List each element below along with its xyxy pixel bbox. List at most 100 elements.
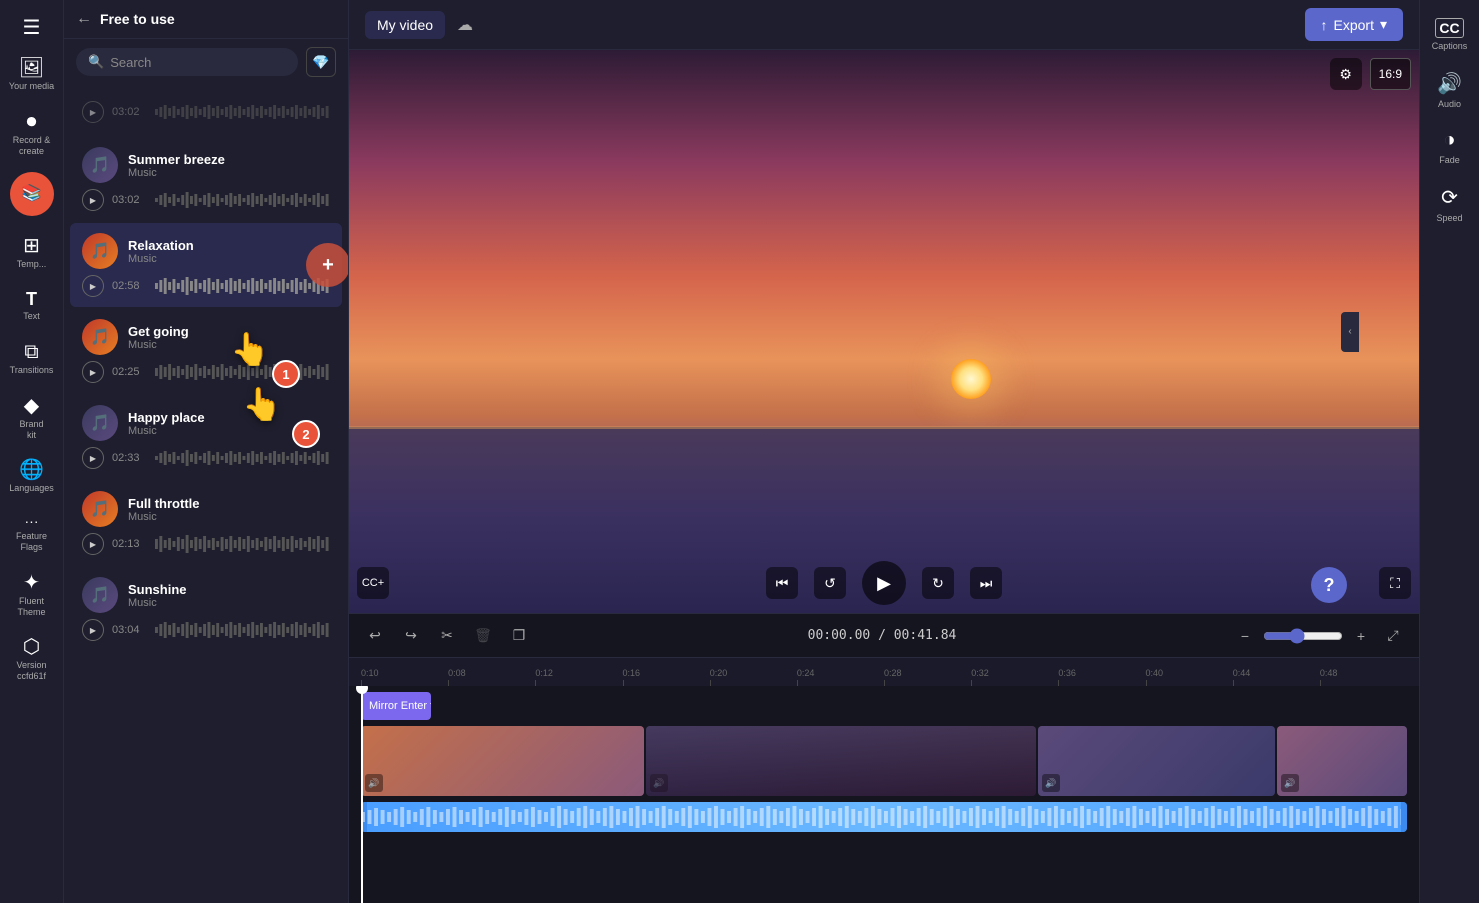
sidebar-item-brand-kit[interactable]: ◆ Brandkit (0, 388, 63, 449)
fullscreen-button[interactable]: ⛶ (1379, 567, 1411, 599)
sidebar-item-text[interactable]: T Text (0, 282, 63, 330)
aspect-ratio-button[interactable]: 16:9 (1370, 58, 1411, 90)
sidebar-item-label: Your media (9, 81, 54, 92)
video-clip[interactable]: 🔊 (1038, 726, 1275, 796)
timeline-playhead[interactable] (361, 686, 363, 903)
sidebar: ☰ 🖼 Your media ⏺ Record &create 📚 ⊞ Temp… (0, 0, 64, 903)
sidebar-item-captions[interactable]: CC Captions (1420, 10, 1479, 59)
timeline-section: ↩ ↪ ✂ 🗑 ❐ 00:00.00 / 00:41.84 − + ⤢ 0:10… (349, 613, 1419, 903)
play-button[interactable]: ▶ (82, 189, 104, 211)
sidebar-item-record-create[interactable]: ⏺ Record &create (0, 104, 63, 165)
zoom-controls: − + ⤢ (1231, 622, 1407, 650)
music-type: Music (128, 425, 205, 437)
text-clip-label: Mirror Enter t (369, 700, 431, 712)
cut-button[interactable]: ✂ (433, 622, 461, 650)
chevron-down-icon: ▾ (1380, 16, 1387, 33)
play-button[interactable]: ▶ (82, 619, 104, 641)
captions-icon: CC (1435, 18, 1463, 38)
sidebar-item-content-library[interactable]: 📚 (10, 172, 54, 216)
redo-button[interactable]: ↪ (397, 622, 425, 650)
undo-button[interactable]: ↩ (361, 622, 389, 650)
ruler-mark: 0:36 (1058, 668, 1145, 686)
media-icon: 🖼 (19, 58, 44, 78)
sidebar-item-fade[interactable]: ◑ Fade (1420, 121, 1479, 173)
music-icon: 🎵 (82, 491, 118, 527)
list-item[interactable]: ▶ 03:02 (70, 91, 342, 133)
export-label: Export (1334, 17, 1374, 33)
music-title: Full throttle (128, 496, 200, 511)
sidebar-item-languages[interactable]: 🌐 Languages (0, 452, 63, 502)
video-clip[interactable]: 🔊 (361, 726, 644, 796)
video-settings-button[interactable]: ⚙ (1330, 58, 1362, 90)
sidebar-item-version[interactable]: ⬡ Versionccfd61f (0, 629, 63, 690)
tab-my-video[interactable]: My video (365, 11, 445, 39)
list-item[interactable]: 🎵 Summer breeze Music ▶ 03:02 (70, 137, 342, 221)
sidebar-item-your-media[interactable]: 🖼 Your media (0, 50, 63, 100)
step-badge-2: 2 (292, 420, 320, 448)
rewind-button[interactable]: ↺ (814, 567, 846, 599)
text-clip[interactable]: Mirror Enter t (361, 692, 431, 720)
sidebar-item-label: Speed (1436, 213, 1462, 223)
sidebar-item-templates[interactable]: ⊞ Temp... (0, 228, 63, 278)
zoom-slider[interactable] (1263, 628, 1343, 644)
ruler-mark: 0:48 (1320, 668, 1407, 686)
list-item[interactable]: 🎵 Full throttle Music ▶ 02:13 (70, 481, 342, 565)
forward-button[interactable]: ↻ (922, 567, 954, 599)
audio-right-handle[interactable] (1401, 802, 1407, 832)
sidebar-item-label: Captions (1432, 41, 1468, 51)
ruler-mark: 0:20 (710, 668, 797, 686)
sidebar-item-transitions[interactable]: ⧉ Transitions (0, 334, 63, 384)
add-to-timeline-circle[interactable]: + (306, 243, 348, 287)
play-button[interactable]: ▶ (82, 533, 104, 555)
collapse-right-panel-button[interactable]: ‹ (1341, 312, 1359, 352)
sidebar-item-speed[interactable]: ⟳ Speed (1420, 177, 1479, 231)
music-type: Music (128, 511, 200, 523)
zoom-in-button[interactable]: + (1347, 622, 1375, 650)
play-button[interactable]: ▶ (82, 101, 104, 123)
ruler-mark: 0:12 (535, 668, 622, 686)
sidebar-item-label: Record &create (13, 135, 51, 157)
expand-button[interactable]: ⤢ (1379, 622, 1407, 650)
export-button[interactable]: ↑ Export ▾ (1305, 8, 1404, 41)
search-input[interactable] (110, 55, 286, 70)
play-button[interactable]: ▶ (82, 447, 104, 469)
list-item-relaxation[interactable]: 🎵 Relaxation Music ▶ 02:58 (70, 223, 342, 307)
record-icon: ⏺ (27, 112, 37, 132)
timeline-time: 00:00.00 / 00:41.84 (541, 628, 1223, 643)
sidebar-item-label: Audio (1438, 99, 1461, 109)
duration: 03:04 (112, 624, 147, 636)
music-title: Get going (128, 324, 189, 339)
save-cloud-button[interactable]: ☁ (457, 15, 473, 35)
sidebar-item-fluent-theme[interactable]: ✦ FluentTheme (0, 565, 63, 626)
ruler-mark: 0:40 (1146, 668, 1233, 686)
premium-button[interactable]: 💎 (306, 47, 336, 77)
ruler-mark: 0:10 (361, 668, 448, 686)
play-button[interactable]: ▶ (82, 275, 104, 297)
help-button[interactable]: ? (1311, 567, 1347, 603)
list-item[interactable]: 🎵 Sunshine Music ▶ 03:04 (70, 567, 342, 651)
video-clip[interactable]: 🔊 (1277, 726, 1407, 796)
duplicate-button[interactable]: ❐ (505, 622, 533, 650)
media-panel: ← Free to use 🔍 💎 ▶ 03:02 (64, 0, 349, 903)
cc-button[interactable]: CC+ (357, 567, 389, 599)
play-button[interactable]: ▶ (862, 561, 906, 605)
list-item[interactable]: 🎵 Get going Music ▶ 02:25 (70, 309, 342, 393)
zoom-out-button[interactable]: − (1231, 622, 1259, 650)
waveform-display (155, 362, 330, 382)
play-button[interactable]: ▶ (82, 361, 104, 383)
video-clip[interactable]: 🔊 (646, 726, 1036, 796)
sidebar-item-hamburger[interactable]: ☰ (0, 10, 63, 46)
sidebar-item-feature-flags[interactable]: ··· FeatureFlags (0, 506, 63, 561)
music-item-top: 🎵 Sunshine Music (82, 577, 330, 613)
text-track: Mirror Enter t (361, 692, 1407, 720)
audio-track[interactable] (361, 802, 1407, 832)
skip-back-button[interactable]: ⏮ (766, 567, 798, 599)
main-area: My video ☁ ↑ Export ▾ ⚙ 16:9 CC+ ⏮ ↺ ▶ ↻ (349, 0, 1419, 903)
video-overlay-top: ⚙ 16:9 (1330, 58, 1411, 90)
music-type: Music (128, 167, 225, 179)
delete-button[interactable]: 🗑 (469, 622, 497, 650)
sidebar-item-audio[interactable]: 🔊 Audio (1420, 63, 1479, 117)
time-separator: / (878, 628, 894, 643)
back-button[interactable]: ← (76, 10, 92, 28)
skip-forward-button[interactable]: ⏭ (970, 567, 1002, 599)
